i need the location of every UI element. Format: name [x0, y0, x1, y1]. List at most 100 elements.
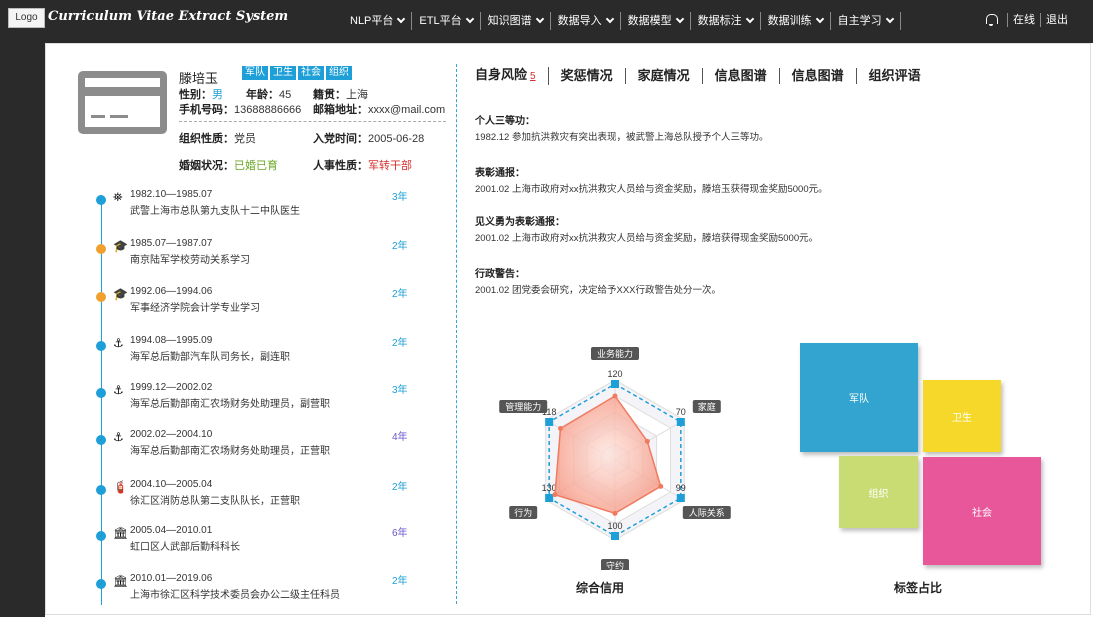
chevron-down-icon [397, 14, 406, 24]
radar-indicator-label: 管理能力 [505, 401, 541, 412]
chevron-down-icon [465, 14, 474, 24]
binoculars-icon: ⛯ [113, 190, 123, 204]
radar-marker [545, 418, 554, 426]
radar-point [612, 510, 618, 516]
fire-extinguisher-icon: 🧯 [113, 480, 128, 494]
timeline-item: 🏛 2010.01—2019.06 上海市徐汇区科学技术委员会办公二级主任科员 2年 [96, 573, 416, 617]
nav-item-data-annotation[interactable]: 数据标注 [691, 12, 761, 30]
timeline-date: 1994.08—1995.09 [130, 335, 213, 346]
radar-indicator-label: 行为 [514, 507, 532, 518]
timeline-dot [96, 341, 106, 351]
record-item: 表彰通报： 2001.02 上海市政府对xx抗洪救灾人员给与资金奖励，滕培玉获得… [475, 167, 1035, 196]
nav-item-data-model[interactable]: 数据模型 [621, 12, 691, 30]
timeline-description: 海军总后勤部汽车队司务长，副连职 [130, 352, 290, 363]
tab-family[interactable]: 家庭情况 [626, 68, 703, 84]
anchor-icon: ⚓ [113, 336, 124, 350]
nav-item-knowledge-graph[interactable]: 知识图谱 [481, 12, 551, 30]
timeline-duration: 2年 [392, 576, 408, 587]
radar-marker [611, 380, 619, 388]
nav-item-label: 数据模型 [627, 15, 672, 27]
timeline-description: 虹口区人武部后勤科科长 [130, 542, 240, 553]
timeline-duration: 2年 [392, 241, 408, 252]
treemap-cell-military[interactable]: 军队 [800, 343, 918, 452]
treemap-cell-health[interactable]: 卫生 [923, 380, 1001, 452]
radar-value-label: 99 [676, 483, 686, 493]
nav-item-etl[interactable]: ETL平台 [412, 12, 481, 30]
record-title: 表彰通报： [475, 168, 525, 179]
timeline-item: 🧯 2004.10—2005.04 徐汇区消防总队第二支队队长，正营职 2年 [96, 479, 416, 525]
timeline-date: 2005.04—2010.01 [130, 525, 213, 536]
timeline-dot [96, 485, 106, 495]
timeline-item: ⚓ 1994.08—1995.09 海军总后勤部汽车队司务长，副连职 2年 [96, 335, 416, 381]
hr-type-field: 人事性质：军转干部 [313, 160, 412, 172]
timeline-duration: 2年 [392, 289, 408, 300]
radar-marker [611, 532, 619, 540]
chevron-down-icon [675, 14, 684, 24]
radar-point [644, 438, 650, 444]
nav-item-self-learning[interactable]: 自主学习 [831, 12, 901, 30]
timeline-duration: 4年 [392, 432, 408, 443]
risk-count-badge: 5 [530, 71, 536, 82]
chevron-down-icon [605, 14, 614, 24]
timeline-duration: 2年 [392, 482, 408, 493]
record-text: 2001.02 团党委会研究，决定给予XXX行政警告处分一次。 [475, 285, 721, 296]
tab-info-graph[interactable]: 信息图谱 [703, 68, 780, 84]
nav-item-data-training[interactable]: 数据训练 [761, 12, 831, 30]
tab-org-comments[interactable]: 组织评语 [857, 68, 933, 84]
record-text: 2001.02 上海市政府对xx抗洪救灾人员给与资金奖励，滕培获得现金奖励500… [475, 233, 819, 244]
graduation-cap-icon: 🎓 [113, 287, 128, 301]
radar-indicator-label: 业务能力 [597, 348, 633, 359]
tab-info-graph-2[interactable]: 信息图谱 [780, 68, 857, 84]
timeline-date: 1985.07—1987.07 [130, 238, 213, 249]
graduation-cap-icon: 🎓 [113, 239, 128, 253]
tag-social[interactable]: 社会 [298, 66, 324, 80]
nav-item-data-import[interactable]: 数据导入 [551, 12, 621, 30]
timeline-date: 2010.01—2019.06 [130, 573, 213, 584]
radar-marker [545, 494, 554, 502]
tag-organization[interactable]: 组织 [326, 66, 352, 80]
person-name: 滕培玉 [179, 71, 219, 86]
radar-point [557, 426, 563, 432]
anchor-icon: ⚓ [113, 430, 124, 444]
nav-item-nlp[interactable]: NLP平台 [343, 12, 413, 30]
nav-item-label: 数据标注 [697, 15, 742, 27]
timeline-date: 2002.02—2004.10 [130, 429, 213, 440]
email-field: 邮箱地址：xxxx@mail.com [313, 104, 446, 116]
radar-point [612, 393, 618, 399]
logout-link[interactable]: 退出 [1040, 13, 1073, 27]
age-field: 年龄：45 [246, 89, 292, 101]
top-navigation-bar: Logo Curriculum Vitae Extract System NLP… [0, 0, 1093, 43]
timeline-duration: 3年 [392, 385, 408, 396]
timeline-item: ⚓ 1999.12—2002.02 海军总后勤部南汇农场财务处助理员，副营职 3年 [96, 382, 416, 428]
bell-icon[interactable] [985, 14, 998, 26]
radar-value-label: 70 [676, 407, 686, 417]
online-link[interactable]: 在线 [1007, 13, 1040, 27]
detail-tabs: 自身风险 5 奖惩情况 家庭情况 信息图谱 信息图谱 组织评语 [475, 67, 933, 85]
radar-indicator-label: 家庭 [698, 401, 716, 412]
radar-point [552, 492, 558, 498]
tag-health[interactable]: 卫生 [270, 66, 296, 80]
treemap-cell-organization[interactable]: 组织 [839, 456, 918, 528]
treemap-cell-social[interactable]: 社会 [923, 457, 1041, 565]
tab-rewards-punishments[interactable]: 奖惩情况 [549, 68, 626, 84]
logo[interactable]: Logo [8, 8, 45, 28]
timeline-description: 上海市徐汇区科学技术委员会办公二级主任科员 [130, 590, 340, 601]
timeline-date: 1999.12—2002.02 [130, 382, 213, 393]
tab-self-risk[interactable]: 自身风险 5 [475, 67, 549, 85]
tag-military[interactable]: 军队 [242, 66, 268, 80]
app-title: Curriculum Vitae Extract System [48, 9, 289, 24]
id-card-icon [78, 71, 167, 134]
radar-marker [676, 418, 685, 426]
nav-item-label: 知识图谱 [487, 15, 532, 27]
timeline-duration: 2年 [392, 338, 408, 349]
tag-list: 军队 卫生 社会 组织 [242, 66, 352, 80]
radar-value-label: 100 [607, 521, 622, 531]
nav-item-label: NLP平台 [350, 15, 394, 27]
timeline-description: 徐汇区消防总队第二支队队长，正营职 [130, 496, 300, 507]
timeline-date: 1992.06—1994.06 [130, 286, 213, 297]
record-item: 行政警告： 2001.02 团党委会研究，决定给予XXX行政警告处分一次。 [475, 268, 1035, 297]
timeline-description: 海军总后勤部南汇农场财务处助理员，副营职 [130, 399, 330, 410]
timeline-item: 🏛 2005.04—2010.01 虹口区人武部后勤科科长 6年 [96, 525, 416, 571]
nav-item-label: 数据导入 [557, 15, 602, 27]
main-nav: NLP平台 ETL平台 知识图谱 数据导入 数据模型 数据标注 数据训练 自主学… [343, 11, 901, 31]
